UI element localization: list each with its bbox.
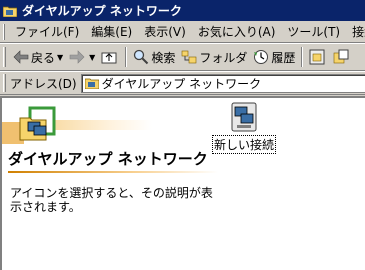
new-connection-item[interactable]: 新しい接続 <box>212 101 277 154</box>
menu-connect[interactable]: 接続 <box>346 23 365 40</box>
menu-tools[interactable]: ツール(T) <box>281 23 346 40</box>
move-to-icon <box>309 49 325 65</box>
folders-button[interactable]: フォルダ <box>178 46 250 68</box>
standard-toolbar: 戻る ▼ ▼ 検索 フォルダ 履歴 <box>0 43 365 71</box>
forward-arrow-icon <box>69 50 85 64</box>
window-title: ダイヤルアップ ネットワーク <box>22 4 182 18</box>
back-dropdown-icon[interactable]: ▼ <box>57 53 63 62</box>
back-label: 戻る <box>31 50 56 65</box>
address-bar: アドレス(D) ダイヤルアップ ネットワーク <box>0 71 365 95</box>
menu-edit[interactable]: 編集(E) <box>85 23 138 40</box>
back-arrow-icon <box>13 50 29 64</box>
address-label: アドレス(D) <box>10 76 77 91</box>
forward-button[interactable]: ▼ <box>66 46 98 68</box>
forward-dropdown-icon[interactable]: ▼ <box>89 53 95 62</box>
history-button[interactable]: 履歴 <box>250 46 298 68</box>
new-connection-icon <box>231 102 257 132</box>
toolbar-separator <box>125 47 128 67</box>
folders-icon <box>182 50 197 64</box>
copy-to-button[interactable] <box>330 46 354 68</box>
menu-view[interactable]: 表示(V) <box>138 23 192 40</box>
menu-favorites[interactable]: お気に入り(A) <box>192 23 282 40</box>
address-input[interactable]: ダイヤルアップ ネットワーク <box>80 73 365 93</box>
folder-icon <box>2 5 18 17</box>
toolbar-separator-2 <box>301 47 304 67</box>
new-connection-label: 新しい接続 <box>212 135 277 154</box>
folder-content-pane[interactable]: ダイヤルアップ ネットワーク アイコンを選択すると、その説明が表示されます。 新… <box>0 96 365 270</box>
back-button[interactable]: 戻る ▼ <box>10 46 66 68</box>
dialup-network-large-icon <box>19 106 56 141</box>
history-icon <box>254 50 269 64</box>
up-folder-icon <box>101 52 117 64</box>
folder-description: アイコンを選択すると、その説明が表示されます。 <box>10 186 213 214</box>
heading-rule <box>8 171 218 173</box>
up-folder-button[interactable] <box>98 46 122 68</box>
toolbar-grip[interactable] <box>3 47 6 67</box>
folders-label: フォルダ <box>199 50 248 65</box>
title-bar[interactable]: ダイヤルアップ ネットワーク <box>0 0 365 21</box>
menu-grip[interactable] <box>3 23 5 40</box>
address-value: ダイヤルアップ ネットワーク <box>101 76 262 91</box>
search-label: 検索 <box>151 50 176 65</box>
folder-heading: ダイヤルアップ ネットワーク <box>8 150 208 168</box>
address-grip[interactable] <box>3 74 6 92</box>
history-label: 履歴 <box>271 50 296 65</box>
search-icon <box>134 49 149 65</box>
copy-to-icon <box>334 49 349 64</box>
search-button[interactable]: 検索 <box>130 46 178 68</box>
menu-file[interactable]: ファイル(F) <box>9 23 85 40</box>
webview-banner <box>2 102 202 144</box>
move-to-button[interactable] <box>306 46 330 68</box>
dialup-folder-icon <box>84 78 99 89</box>
menu-bar: ファイル(F) 編集(E) 表示(V) お気に入り(A) ツール(T) 接続 <box>0 21 365 43</box>
